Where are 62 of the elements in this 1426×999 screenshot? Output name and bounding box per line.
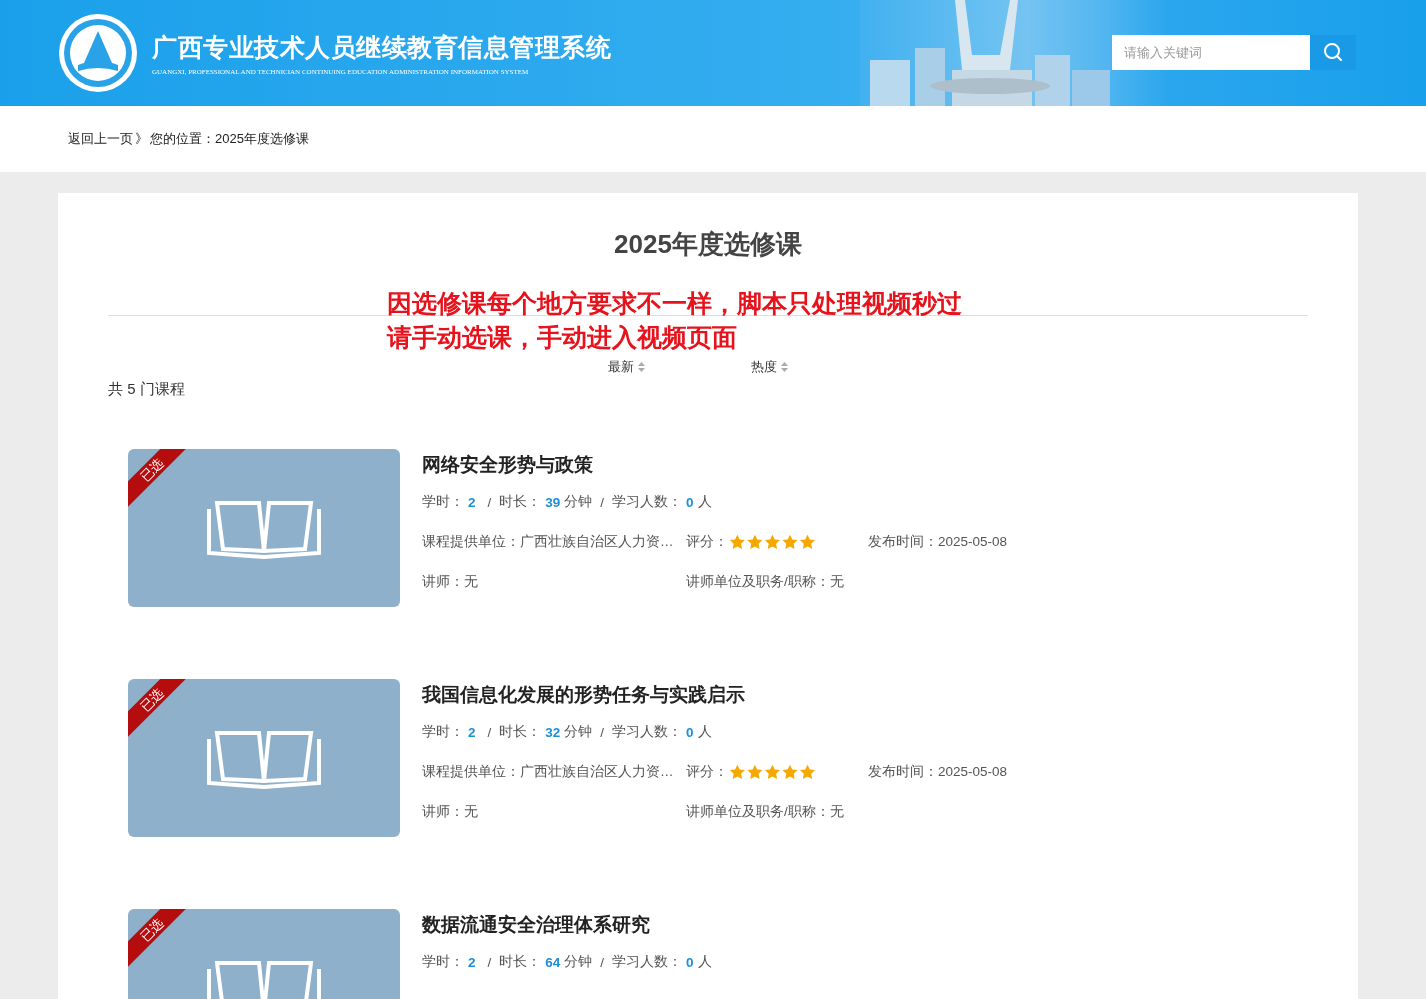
back-link[interactable]: 返回上一页: [68, 130, 133, 148]
course-thumbnail[interactable]: 已选: [128, 449, 400, 607]
search-field[interactable]: 请输入关键词: [1112, 34, 1310, 70]
stat-separator: /: [487, 494, 492, 510]
stat-label: 学时：: [422, 953, 464, 971]
course-thumbnail[interactable]: 已选: [128, 679, 400, 837]
stat-unit: 分钟: [564, 723, 593, 741]
stat-label: 学习人数：: [612, 953, 683, 971]
course-title[interactable]: 网络安全形势与政策: [422, 452, 1008, 482]
logo-icon: [58, 13, 138, 93]
stat-label: 时长：: [499, 723, 542, 741]
search-button[interactable]: [1310, 34, 1356, 70]
breadcrumb-location: 您的位置：2025年度选修课: [150, 130, 309, 148]
stat-label: 学时：: [422, 493, 464, 511]
course-title[interactable]: 数据流通安全治理体系研究: [422, 912, 712, 942]
stat-value: 2: [468, 494, 476, 510]
publish-date: 发布时间：2025-05-08: [868, 763, 1008, 781]
stat-value: 2: [468, 724, 476, 740]
stat-label: 时长：: [499, 953, 542, 971]
stat-unit: 分钟: [564, 953, 593, 971]
stat-unit: 分钟: [564, 493, 593, 511]
stat-label: 学时：: [422, 723, 464, 741]
course-provider: 课程提供单位：广西壮族自治区人力资…: [422, 533, 675, 551]
course-title[interactable]: 我国信息化发展的形势任务与实践启示: [422, 682, 1008, 712]
stat-unit: 人: [697, 723, 712, 741]
stat-separator: /: [600, 724, 605, 740]
sort-option[interactable]: 最新: [608, 358, 645, 376]
lecturer-unit: 讲师单位及职务/职称：无: [686, 803, 844, 821]
stat-separator: /: [487, 724, 492, 740]
stat-label: 学习人数：: [612, 723, 683, 741]
stat-unit: 人: [697, 953, 712, 971]
stat-value: 32: [545, 724, 561, 740]
annotation-text: 因选修课每个地方要求不一样，脚本只处理视频秒过: [387, 288, 962, 319]
stat-value: 2: [468, 954, 476, 970]
publish-date: 发布时间：2025-05-08: [868, 533, 1008, 551]
sort-icon: [638, 362, 645, 372]
search-icon: [1323, 42, 1343, 62]
rating-label: 评分：: [686, 533, 728, 551]
sort-option[interactable]: 热度: [751, 358, 788, 376]
stat-separator: /: [487, 954, 492, 970]
stat-unit: 人: [697, 493, 712, 511]
stat-separator: /: [600, 494, 605, 510]
lecturer: 讲师：无: [422, 803, 479, 821]
course-thumbnail[interactable]: 已选: [128, 909, 400, 999]
breadcrumb-separator: 》: [135, 130, 148, 148]
site-title: 广西专业技术人员继续教育信息管理系统: [152, 31, 611, 64]
stat-value: 0: [686, 954, 694, 970]
stat-label: 学习人数：: [612, 493, 683, 511]
lecturer: 讲师：无: [422, 573, 479, 591]
annotation-text: 请手动选课，手动进入视频页面: [387, 322, 738, 353]
stat-value: 0: [686, 724, 694, 740]
stat-value: 0: [686, 494, 694, 510]
lecturer-unit: 讲师单位及职务/职称：无: [686, 573, 844, 591]
rating-label: 评分：: [686, 763, 728, 781]
sort-icon: [781, 362, 788, 372]
stat-value: 39: [545, 494, 561, 510]
stat-separator: /: [600, 954, 605, 970]
stat-value: 64: [545, 954, 561, 970]
course-count: 共 5 门课程: [108, 380, 186, 399]
course-provider: 课程提供单位：广西壮族自治区人力资…: [422, 763, 675, 781]
stat-label: 时长：: [499, 493, 542, 511]
page-title: 2025年度选修课: [613, 228, 803, 261]
